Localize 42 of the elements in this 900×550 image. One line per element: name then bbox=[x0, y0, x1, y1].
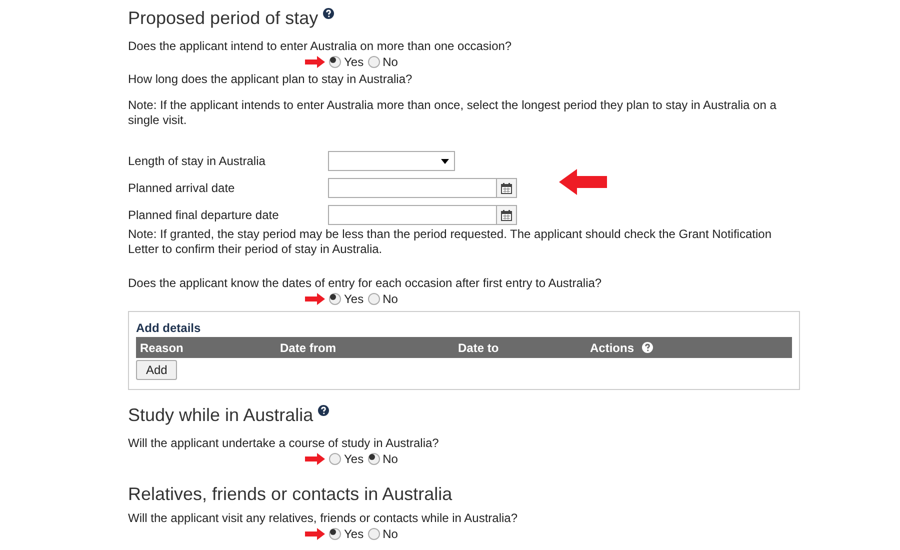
field-label: Planned final departure date bbox=[128, 207, 280, 224]
question-text: Does the applicant know the dates of entry for each occasion after first entry to Australia? bbox=[128, 276, 603, 290]
question-text: Does the applicant intend to enter Australia on more than one occasion? bbox=[128, 39, 513, 53]
arrow-annotation-icon bbox=[305, 528, 325, 540]
radio-option[interactable]: No bbox=[368, 53, 398, 71]
section-title: Study while in Australia bbox=[128, 404, 314, 426]
column-header: Date from bbox=[280, 340, 336, 356]
question-text: How long does the applicant plan to stay in Australia? bbox=[128, 72, 414, 86]
radio-option[interactable]: No bbox=[368, 290, 398, 308]
arrow-annotation-icon bbox=[305, 453, 325, 465]
panel-title: Add details bbox=[136, 321, 202, 335]
help-icon[interactable] bbox=[323, 8, 334, 19]
radio-option[interactable]: No bbox=[368, 450, 398, 468]
field-label: Length of stay in Australia bbox=[128, 153, 266, 170]
radio-option[interactable]: Yes bbox=[329, 525, 364, 543]
question-text: Will the applicant undertake a course of study in Australia? bbox=[128, 436, 440, 450]
date-input-field[interactable] bbox=[328, 178, 497, 198]
column-header: Date to bbox=[458, 340, 499, 356]
column-header: Actions bbox=[590, 340, 634, 356]
field-label: Planned arrival date bbox=[128, 180, 236, 197]
calendar-icon bbox=[501, 210, 512, 220]
arrow-annotation-icon bbox=[305, 56, 325, 68]
question-text: Will the applicant visit any relatives, friends or contacts while in Australia? bbox=[128, 511, 519, 525]
calendar-button[interactable] bbox=[497, 178, 517, 198]
radio-option[interactable]: Yes bbox=[329, 53, 364, 71]
section-title: Relatives, friends or contacts in Australia bbox=[128, 483, 452, 505]
help-icon[interactable] bbox=[318, 405, 330, 416]
add-button[interactable]: Add bbox=[136, 360, 178, 380]
calendar-button[interactable] bbox=[497, 205, 517, 225]
date-input-field[interactable] bbox=[328, 205, 497, 225]
note-text: Note: If the applicant intends to enter Australia more than once, select the longest period they plan to stay in Australia on a single visit. bbox=[128, 98, 778, 128]
radio-option[interactable]: Yes bbox=[329, 450, 364, 468]
arrow-annotation-icon bbox=[305, 293, 325, 305]
radio-option[interactable]: Yes bbox=[329, 290, 364, 308]
section-title: Proposed period of stay bbox=[128, 7, 318, 29]
arrow-annotation-icon bbox=[559, 169, 607, 195]
caret-icon bbox=[441, 158, 449, 164]
radio-option[interactable]: No bbox=[368, 525, 398, 543]
note-text: Note: If granted, the stay period may be less than the period requested. The applicant should check the Grant Notification Letter to confirm their period of stay in Australia. bbox=[128, 227, 772, 257]
dropdown-field[interactable] bbox=[328, 151, 455, 171]
calendar-icon bbox=[501, 182, 512, 194]
column-header: Reason bbox=[140, 340, 184, 356]
